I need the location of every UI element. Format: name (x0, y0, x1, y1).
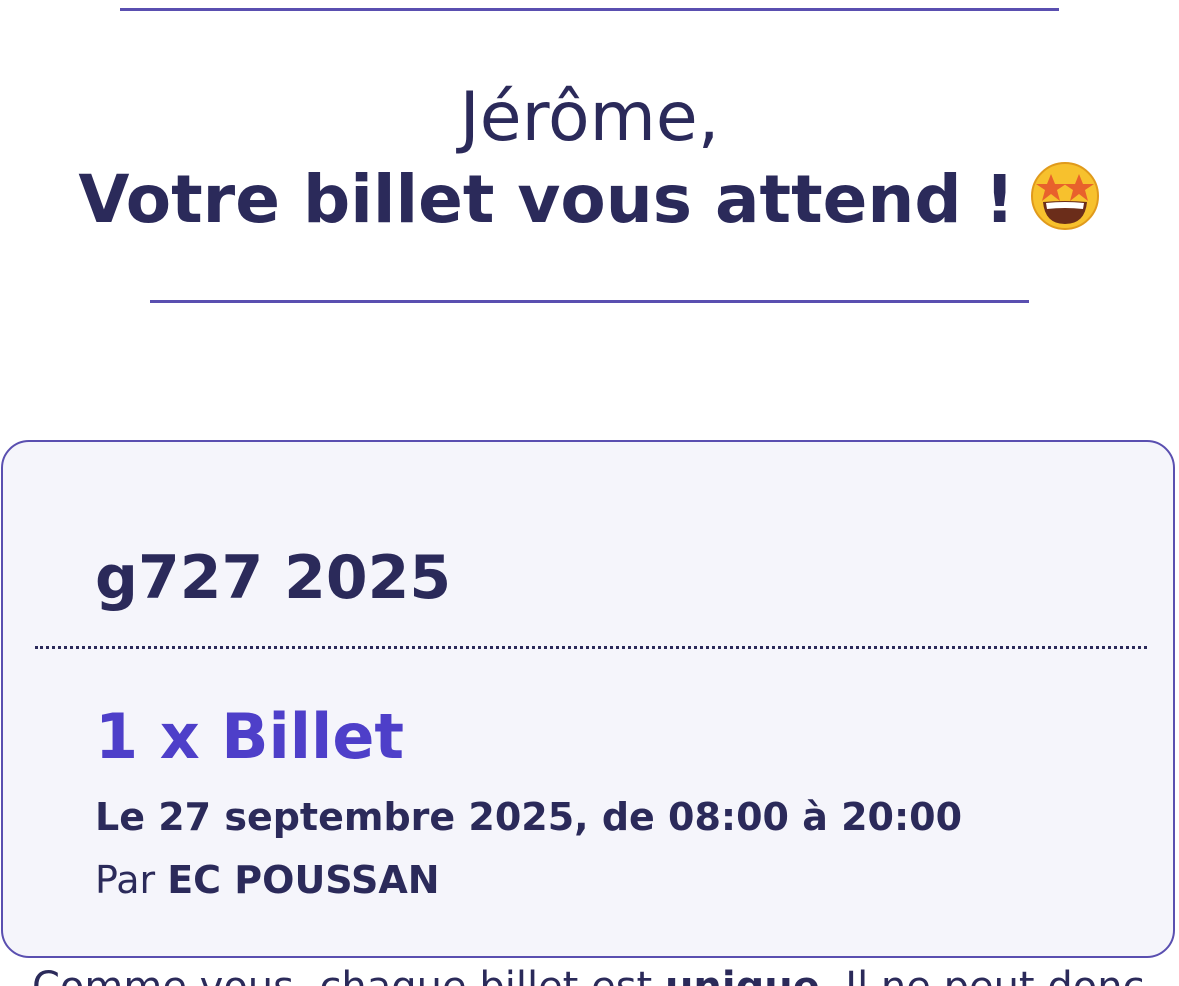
footer-text-bold: unique (665, 964, 820, 986)
organizer-name: EC POUSSAN (167, 858, 440, 902)
email-page: Jérôme, Votre billet vous attend ! g727 … (0, 0, 1179, 986)
ticket-quantity: 1 x Billet (95, 700, 405, 773)
organizer: Par EC POUSSAN (95, 855, 440, 905)
greeting: Jérôme, (459, 78, 720, 157)
middle-divider (150, 300, 1029, 303)
footer-text-part1: Comme vous, chaque billet est (32, 964, 665, 986)
ticket-card: g727 2025 1 x Billet Le 27 septembre 202… (1, 440, 1175, 958)
headline-text: Votre billet vous attend ! (78, 161, 1015, 238)
organizer-prefix: Par (95, 858, 156, 902)
top-divider (120, 8, 1059, 11)
ticket-uniqueness-text: Comme vous, chaque billet est unique. Il… (32, 962, 1145, 986)
footer-text-part2: . Il ne peut donc (820, 964, 1145, 986)
star-struck-emoji-icon (1029, 160, 1101, 232)
event-name: g727 2025 (95, 543, 452, 613)
event-date: Le 27 septembre 2025, de 08:00 à 20:00 (95, 795, 963, 839)
dotted-separator (35, 646, 1147, 649)
headline: Votre billet vous attend ! (0, 160, 1179, 240)
